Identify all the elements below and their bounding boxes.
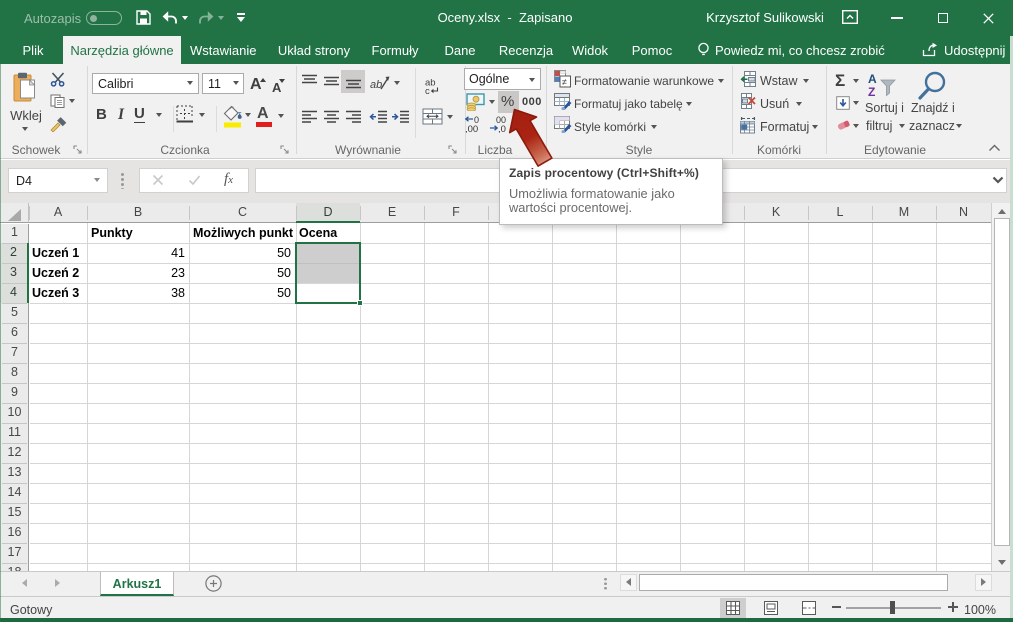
svg-text:c: c	[425, 86, 430, 95]
svg-text:Z: Z	[868, 85, 875, 98]
svg-text:A: A	[868, 72, 877, 86]
svg-text:ab: ab	[370, 79, 382, 91]
svg-text:,0: ,0	[498, 124, 506, 133]
svg-text:≠: ≠	[562, 77, 567, 87]
svg-text:,00: ,00	[465, 124, 478, 133]
